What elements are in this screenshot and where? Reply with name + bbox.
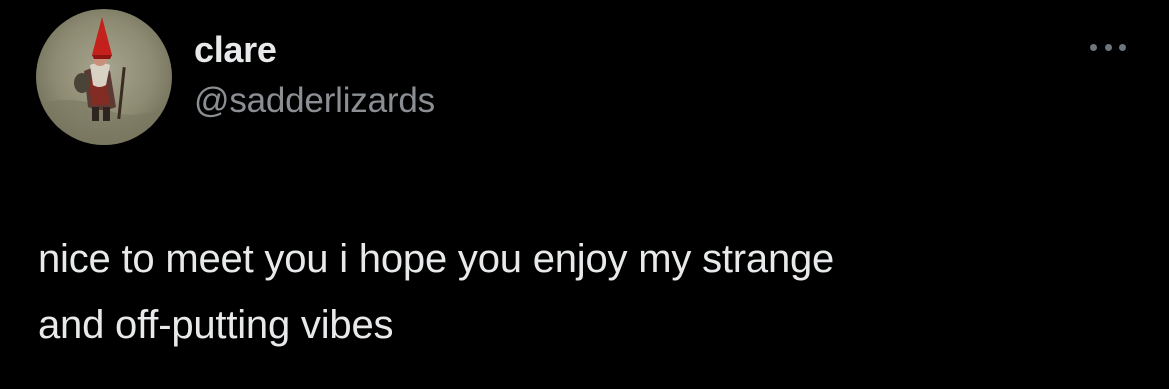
more-options-icon[interactable]: [1084, 32, 1132, 62]
tweet-text-line: and off-putting vibes: [38, 303, 394, 347]
more-dot: [1090, 43, 1097, 51]
tweet-text-line: nice to meet you i hope you enjoy my str…: [38, 237, 835, 281]
more-dot: [1104, 43, 1112, 51]
tweet-text: nice to meet you i hope you enjoy my str…: [38, 226, 1138, 358]
gnome-avatar-icon: [36, 9, 172, 145]
author-handle[interactable]: @sadderlizards: [194, 81, 435, 121]
avatar[interactable]: [36, 9, 172, 145]
tweet-card: clare @sadderlizards nice to meet you i …: [0, 0, 1169, 389]
author-display-name[interactable]: clare: [194, 29, 277, 71]
more-dot: [1119, 43, 1126, 51]
